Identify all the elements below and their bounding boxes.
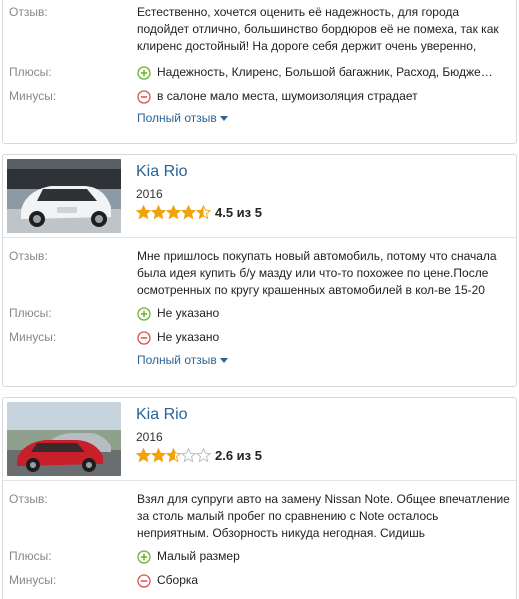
cons-text: Не указано [157, 330, 220, 344]
caret-down-icon [219, 115, 228, 121]
cons-label: Минусы: [9, 573, 57, 587]
minus-circle-icon [137, 89, 151, 104]
star-icon [166, 448, 181, 463]
full-review-link[interactable]: Полный отзыв [137, 353, 228, 367]
minus-circle-icon [137, 330, 151, 345]
review-label: Отзыв: [9, 249, 48, 263]
pros-label: Плюсы: [9, 549, 52, 563]
pros-text: Малый размер [157, 549, 240, 563]
cons-text: Сборка [157, 573, 199, 587]
car-year: 2016 [136, 430, 163, 444]
review-card: Kia Rio 2016 2.6 из 5 Отзыв: Взял для су… [2, 397, 517, 599]
star-icon [136, 448, 151, 463]
full-review-label: Полный отзыв [137, 111, 217, 125]
rating-stars [136, 205, 211, 220]
cons-text: в салоне мало места, шумоизоляция страда… [157, 89, 418, 103]
rating-stars [136, 448, 211, 463]
divider [3, 237, 516, 238]
rating: 4.5 из 5 [136, 205, 262, 220]
car-photo-red-sedan-icon [7, 402, 121, 476]
pros-text: Надежность, Клиренс, Большой багажник, Р… [157, 65, 493, 79]
full-review-label: Полный отзыв [137, 353, 217, 367]
cons-label: Минусы: [9, 89, 57, 103]
review-label: Отзыв: [9, 5, 48, 19]
star-icon [181, 205, 196, 220]
review-card: Отзыв: Естественно, хочется оценить её н… [2, 0, 517, 144]
car-photo-white-hatchback-icon [7, 159, 121, 233]
review-card: Kia Rio 2016 4.5 из 5 Отзыв: Мне пришлос… [2, 154, 517, 387]
car-photo[interactable] [7, 402, 121, 476]
pros-label: Плюсы: [9, 65, 52, 79]
car-photo[interactable] [7, 159, 121, 233]
star-icon [181, 448, 196, 463]
car-title-link[interactable]: Kia Rio [136, 406, 188, 424]
minus-circle-icon [137, 573, 151, 588]
full-review-link[interactable]: Полный отзыв [137, 111, 228, 125]
review-text: Взял для супруги авто на замену Nissan N… [137, 492, 510, 540]
star-icon [196, 448, 211, 463]
cons-label: Минусы: [9, 330, 57, 344]
divider [3, 480, 516, 481]
pros-text: Не указано [157, 306, 220, 320]
rating: 2.6 из 5 [136, 448, 262, 463]
caret-down-icon [219, 357, 228, 363]
star-icon [151, 448, 166, 463]
star-icon [136, 205, 151, 220]
rating-text: 4.5 из 5 [215, 205, 262, 220]
plus-circle-icon [137, 549, 151, 564]
plus-circle-icon [137, 65, 151, 80]
pros-label: Плюсы: [9, 306, 52, 320]
car-title-link[interactable]: Kia Rio [136, 163, 188, 181]
review-text: Естественно, хочется оценить её надежнос… [137, 5, 499, 53]
car-year: 2016 [136, 187, 163, 201]
star-icon [196, 205, 211, 220]
star-icon [166, 205, 181, 220]
rating-text: 2.6 из 5 [215, 448, 262, 463]
review-text: Мне пришлось покупать новый автомобиль, … [137, 249, 497, 297]
review-label: Отзыв: [9, 492, 48, 506]
plus-circle-icon [137, 306, 151, 321]
star-icon [151, 205, 166, 220]
